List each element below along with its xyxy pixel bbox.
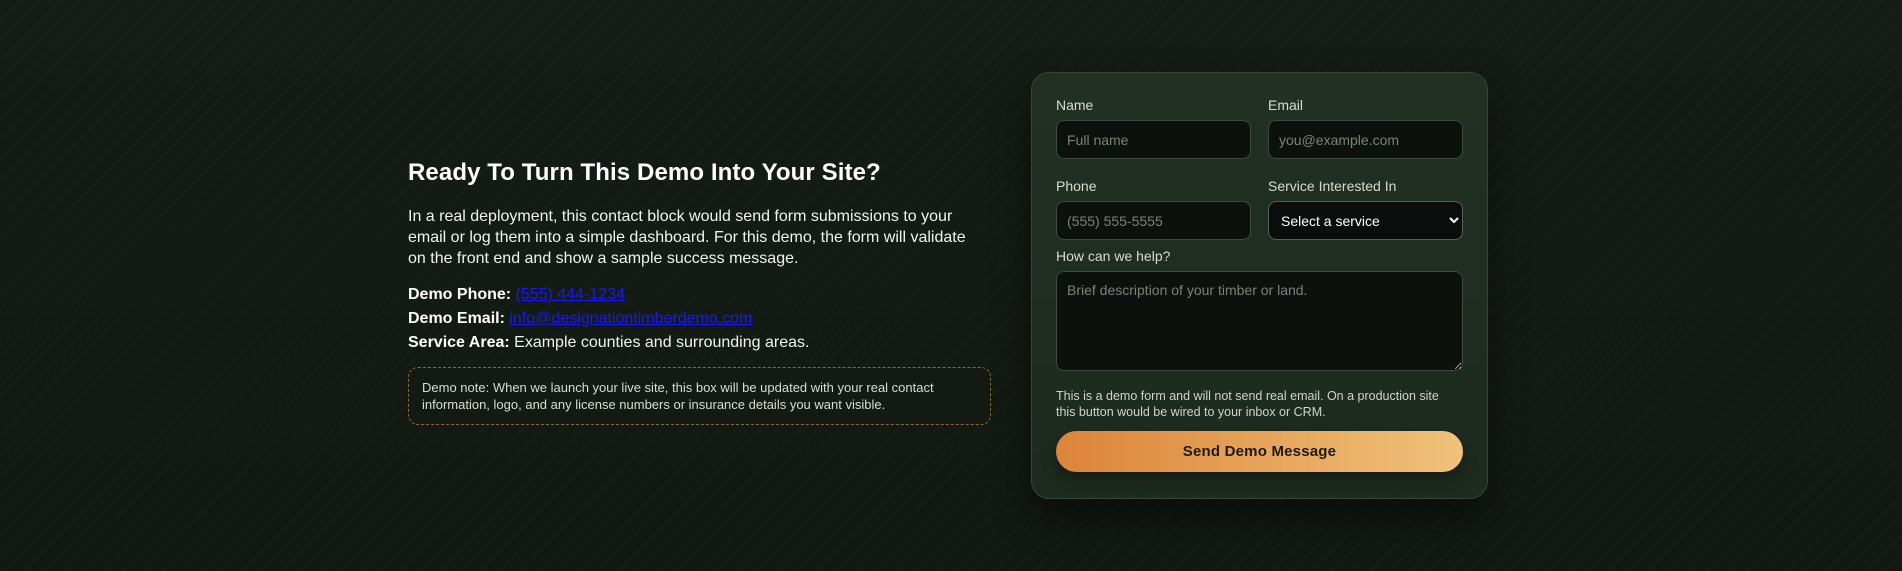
email-link[interactable]: info@designationtimberdemo.com — [509, 310, 752, 327]
demo-note: Demo note: When we launch your live site… — [408, 367, 991, 425]
help-label: How can we help? — [1056, 248, 1171, 264]
phone-input[interactable] — [1056, 201, 1251, 240]
contact-info: Ready To Turn This Demo Into Your Site? … — [408, 158, 993, 425]
form-row-name-email: Name Email — [1056, 97, 1463, 159]
name-input[interactable] — [1056, 120, 1251, 159]
phone-link[interactable]: (555) 444-1234 — [516, 286, 625, 303]
phone-line: Demo Phone: (555) 444-1234 — [408, 283, 993, 307]
contact-lead: In a real deployment, this contact block… — [408, 208, 966, 267]
contact-section: Ready To Turn This Demo Into Your Site? … — [0, 0, 1902, 571]
phone-label: Demo Phone: — [408, 286, 512, 303]
phone-field-label: Phone — [1056, 178, 1097, 194]
email-input[interactable] — [1268, 120, 1463, 159]
service-area-line: Service Area: Example counties and surro… — [408, 331, 993, 355]
form-row-phone-service: Phone Service Interested In Select a ser… — [1056, 178, 1463, 240]
send-demo-message-button[interactable]: Send Demo Message — [1056, 431, 1463, 472]
email-field-label: Email — [1268, 97, 1304, 113]
email-line: Demo Email: info@designationtimberdemo.c… — [408, 307, 993, 331]
name-field-group: Name — [1056, 97, 1251, 159]
service-label: Service Interested In — [1268, 178, 1397, 194]
help-textarea[interactable] — [1056, 271, 1463, 371]
email-label: Demo Email: — [408, 310, 505, 327]
help-field-group: How can we help? — [1056, 248, 1463, 376]
name-label: Name — [1056, 97, 1094, 113]
service-field-group: Service Interested In Select a service — [1268, 178, 1463, 240]
service-select[interactable]: Select a service — [1268, 201, 1463, 240]
contact-heading: Ready To Turn This Demo Into Your Site? — [408, 159, 881, 186]
form-disclaimer: This is a demo form and will not send re… — [1056, 389, 1439, 419]
email-field-group: Email — [1268, 97, 1463, 159]
service-area-value: Example counties and surrounding areas. — [514, 334, 810, 351]
contact-form: Name Email Phone Service Interested In S… — [1031, 72, 1488, 499]
service-area-label: Service Area: — [408, 334, 510, 351]
phone-field-group: Phone — [1056, 178, 1251, 240]
